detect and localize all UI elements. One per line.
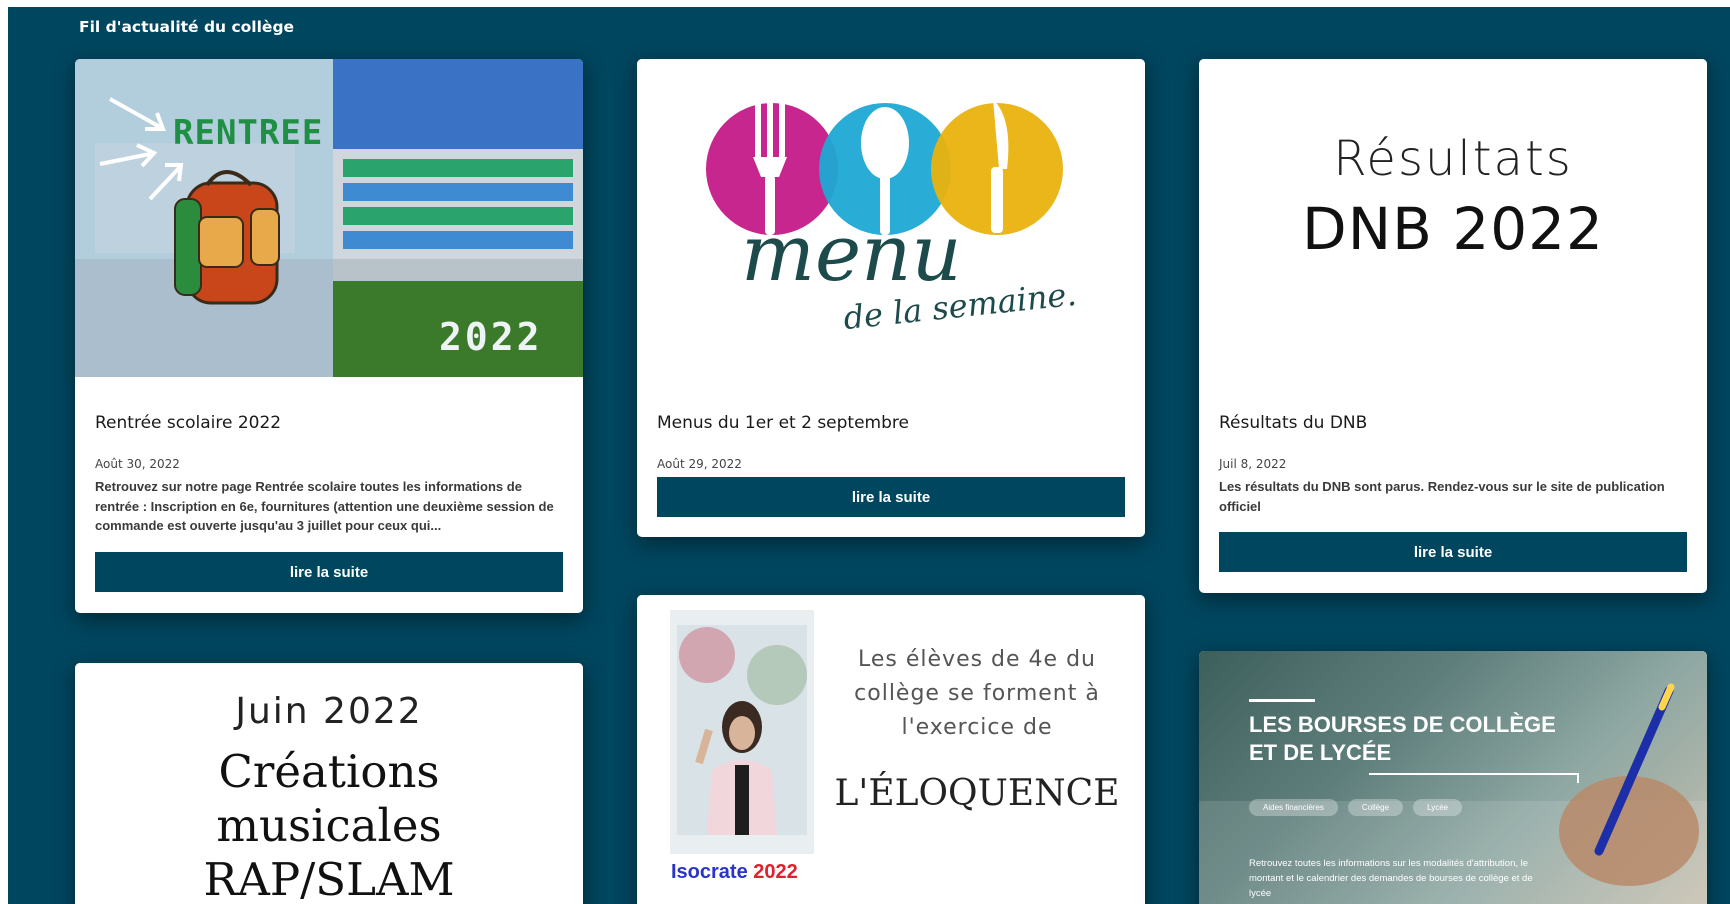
card-title[interactable]: Résultats du DNB — [1219, 413, 1367, 433]
creations-line2: musicales — [216, 799, 442, 852]
bourses-title-line1: LES BOURSES DE COLLÈGE — [1249, 712, 1556, 737]
card-title[interactable]: Menus du 1er et 2 septembre — [657, 413, 909, 433]
creations-title: Créations musicales RAP/SLAM — [75, 745, 583, 904]
creations-line3: RAP/SLAM — [203, 853, 455, 904]
news-card-rentree[interactable]: RENTREE 2022 Rentrée scolaire 2022 Août … — [75, 59, 583, 613]
dnb-line2: DNB 2022 — [1302, 195, 1604, 263]
eloquence-title: L'ÉLOQUENCE — [834, 773, 1120, 814]
card-excerpt: Les résultats du DNB sont parus. Rendez-… — [1219, 479, 1665, 514]
creations-month: Juin 2022 — [235, 691, 423, 732]
creations-line1: Créations — [218, 745, 440, 798]
bourses-title: LES BOURSES DE COLLÈGE ET DE LYCÉE — [1249, 711, 1556, 767]
news-card-creations[interactable]: Juin 2022 Créations musicales RAP/SLAM — [75, 663, 583, 904]
news-card-dnb[interactable]: Résultats DNB 2022 Résultats du DNB Juil… — [1199, 59, 1707, 593]
rentree-label: RENTREE — [173, 113, 324, 153]
feed-title: Fil d'actualité du collège — [79, 18, 295, 36]
creations-image[interactable]: Juin 2022 Créations musicales RAP/SLAM — [75, 663, 583, 904]
read-more-button[interactable]: lire la suite — [657, 477, 1125, 517]
eloquence-text: Les élèves de 4e du collège se forment à… — [854, 647, 1100, 740]
bourses-tags: Aides financières Collège Lycée — [1249, 799, 1463, 816]
eloquence-image[interactable]: Les élèves de 4e du collège se forment à… — [637, 595, 1145, 904]
rentree-year: 2022 — [439, 315, 543, 359]
card-excerpt: Retrouvez sur notre page Rentrée scolair… — [95, 479, 554, 533]
news-feed-panel: Fil d'actualité du collège RENTREE 2022 … — [8, 7, 1730, 904]
card-title[interactable]: Rentrée scolaire 2022 — [95, 413, 281, 433]
read-more-button[interactable]: lire la suite — [1219, 532, 1687, 572]
menu-image[interactable]: menu de la semaine. — [637, 59, 1145, 369]
card-date: Juil 8, 2022 — [1219, 457, 1287, 471]
bourses-desc: Retrouvez toutes les informations sur le… — [1249, 858, 1533, 899]
dnb-line1: Résultats — [1333, 131, 1573, 187]
isocrate-word: Isocrate — [671, 861, 748, 883]
card-date: Août 29, 2022 — [657, 457, 742, 471]
rentree-image[interactable]: RENTREE 2022 — [75, 59, 583, 377]
read-more-button[interactable]: lire la suite — [95, 552, 563, 592]
bourses-title-line2: ET DE LYCÉE — [1249, 740, 1392, 765]
tag-aides: Aides financières — [1249, 799, 1338, 816]
bourses-image[interactable]: LES BOURSES DE COLLÈGE ET DE LYCÉE Aides… — [1199, 651, 1707, 904]
isocrate-year: 2022 — [753, 861, 798, 883]
card-date: Août 30, 2022 — [95, 457, 180, 471]
tag-college: Collège — [1347, 799, 1404, 816]
news-card-eloquence[interactable]: Les élèves de 4e du collège se forment à… — [637, 595, 1145, 904]
news-card-menus[interactable]: menu de la semaine. Menus du 1er et 2 se… — [637, 59, 1145, 537]
news-card-bourses[interactable]: LES BOURSES DE COLLÈGE ET DE LYCÉE Aides… — [1199, 651, 1707, 904]
dnb-image[interactable]: Résultats DNB 2022 — [1199, 59, 1707, 369]
isocrate-logo: Isocrate 2022 — [671, 861, 798, 884]
menu-script: menu — [741, 209, 962, 299]
tag-lycee: Lycée — [1413, 799, 1463, 816]
